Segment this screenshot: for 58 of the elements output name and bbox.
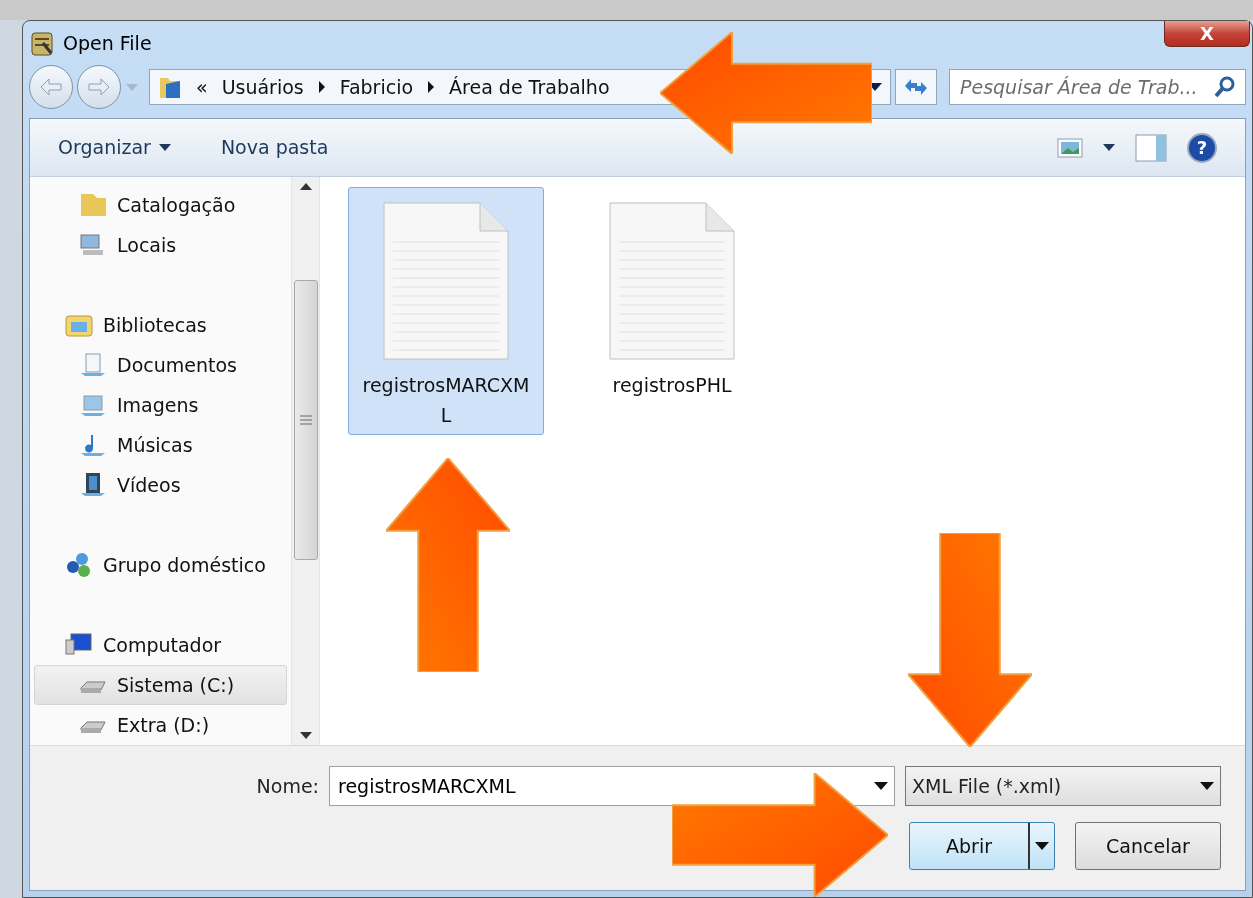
history-caret-icon [125,82,139,93]
view-options-icon [1057,136,1083,159]
sidebar-item[interactable]: Imagens [34,385,287,425]
music-icon [79,432,107,458]
document-icon [609,202,735,360]
caret-icon [1035,842,1049,850]
back-button[interactable] [29,65,73,110]
cancel-button[interactable]: Cancelar [1075,822,1221,870]
sidebar-item[interactable]: Bibliotecas [34,305,287,345]
breadcrumb[interactable]: Usuários [221,73,304,102]
help-button[interactable]: ? [1187,132,1217,163]
overflow-chevron[interactable]: « [196,73,208,102]
grip-icon [299,415,312,425]
forward-arrow-icon [87,77,111,98]
scrollbar[interactable] [291,177,319,745]
scroll-down-icon [299,732,312,739]
back-arrow-icon [39,77,63,98]
refresh-button[interactable] [895,69,937,106]
sidebar-item[interactable]: Extra (D:) [34,705,287,745]
sidebar-item[interactable]: Documentos [34,345,287,385]
network-icon [65,552,93,578]
document-icon [79,352,107,378]
sidebar-item[interactable]: Computador [34,625,287,665]
breadcrumb[interactable]: Área de Trabalho [449,73,610,102]
breadcrumb-arrow-icon [317,80,326,95]
sidebar-item[interactable]: Grupo doméstico [34,545,287,585]
video-icon [79,472,107,498]
close-button[interactable]: X [1164,21,1250,47]
document-icon [383,202,509,360]
filename-label: Nome: [256,773,319,799]
sidebar-item[interactable]: Sistema (C:) [34,665,287,705]
new-folder-button[interactable]: Nova pasta [220,133,329,162]
view-caret-icon [1103,144,1115,151]
search-icon [1213,75,1237,100]
library-icon [65,312,93,338]
caret-icon [158,144,171,151]
file-type-dropdown[interactable]: XML File (*.xml) [905,766,1221,806]
folder-icon [79,192,107,218]
sidebar-item[interactable]: Músicas [34,425,287,465]
dropdown-caret-icon [1200,782,1214,790]
forward-button[interactable] [77,65,121,110]
monitor-icon [65,632,93,658]
window-title: Open File [63,30,152,56]
breadcrumb-arrow-icon [427,80,436,95]
preview-pane-icon [1135,133,1167,162]
scroll-up-icon [299,183,312,190]
open-button[interactable]: Abrir [909,822,1055,870]
sidebar-item[interactable]: Catalogação [34,185,287,225]
file-item[interactable]: registrosPHL [574,187,770,435]
dropdown-caret-icon [874,782,888,790]
filename-combobox[interactable]: registrosMARCXML [329,766,895,806]
image-icon [79,392,107,418]
breadcrumb[interactable]: Fabricio [339,73,414,102]
sidebar-item[interactable]: Vídeos [34,465,287,505]
file-item[interactable]: registrosMARCXML [348,187,544,435]
sidebar-item[interactable]: Locais [34,225,287,265]
search-field[interactable]: Pesquisar Área de Trab... [949,69,1246,106]
organize-menu[interactable]: Organizar [58,133,171,162]
